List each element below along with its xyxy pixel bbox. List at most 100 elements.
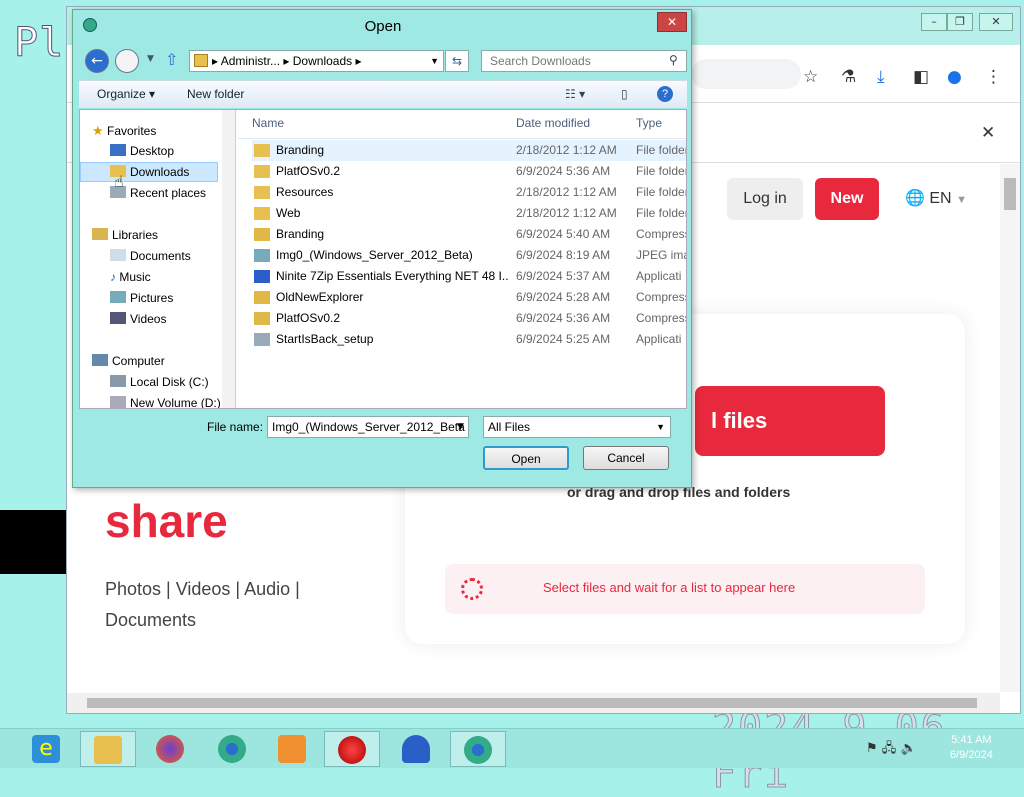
horizontal-scrollbar[interactable] — [67, 693, 1000, 713]
nav-libraries[interactable]: Libraries — [92, 228, 158, 242]
volume-icon[interactable]: 🔈 — [900, 741, 916, 756]
nav-local-disk[interactable]: Local Disk (C:) — [110, 375, 209, 389]
vertical-scrollbar[interactable] — [1000, 164, 1020, 692]
close-button[interactable]: ✕ — [979, 13, 1013, 31]
file-name-input[interactable]: Img0_(Windows_Server_2012_Beta — [267, 416, 469, 438]
media-player-icon — [278, 735, 306, 763]
address-bar[interactable]: ▸ Administr... ▸ Downloads ▸ ▼ — [189, 50, 444, 72]
up-arrow-icon[interactable]: ⇧ — [165, 50, 178, 69]
taskbar-chrome-active[interactable] — [450, 731, 506, 767]
file-row[interactable]: Branding 2/18/2012 1:12 AM File folder — [252, 140, 686, 161]
column-header-type[interactable]: Type — [636, 116, 662, 130]
refresh-button[interactable]: ⇆ — [445, 50, 469, 72]
file-date: 6/9/2024 5:40 AM — [516, 227, 611, 241]
cancel-button[interactable]: Cancel — [583, 446, 669, 470]
maximize-button[interactable]: ❐ — [947, 13, 973, 31]
nav-label: Recent places — [130, 186, 207, 200]
horizontal-scroll-thumb[interactable] — [87, 698, 977, 708]
organize-menu[interactable]: Organize ▾ — [97, 87, 155, 101]
nav-computer[interactable]: Computer — [92, 354, 165, 368]
infobar-close-icon[interactable]: ✕ — [981, 123, 995, 143]
documents-icon — [110, 249, 126, 261]
menu-icon[interactable]: ⋮ — [985, 67, 1002, 87]
file-name: StartIsBack_setup — [276, 332, 374, 346]
nav-new-volume[interactable]: New Volume (D:) — [110, 396, 221, 408]
file-date: 6/9/2024 8:19 AM — [516, 248, 611, 262]
forward-arrow-icon[interactable] — [115, 49, 139, 73]
sidepanel-icon[interactable]: ◧ — [913, 67, 929, 87]
file-row[interactable]: StartIsBack_setup 6/9/2024 5:25 AM Applica… — [252, 329, 686, 350]
file-row[interactable]: Ninite 7Zip Essentials Everything NET 48… — [252, 266, 686, 287]
upload-files-button[interactable]: l files — [695, 386, 885, 456]
nav-favorites[interactable]: ★ Favorites — [92, 123, 156, 139]
file-type: Applicati — [636, 269, 682, 283]
dialog-navigation-bar: ← ▼ ⇧ ▸ Administr... ▸ Downloads ▸ ▼ ⇆ S… — [79, 44, 687, 78]
dialog-title: Open — [364, 18, 402, 35]
hero-word: share — [105, 495, 228, 547]
globe-icon: 🌐 — [905, 190, 925, 207]
open-dialog: Open ✕ ← ▼ ⇧ ▸ Administr... ▸ Downloads … — [72, 9, 692, 488]
file-date: 2/18/2012 1:12 AM — [516, 143, 617, 157]
nav-videos[interactable]: Videos — [110, 312, 166, 326]
firefox-icon — [156, 735, 184, 763]
taskbar-media-player[interactable] — [264, 731, 320, 767]
help-icon[interactable]: ? — [657, 86, 673, 102]
vertical-scroll-thumb[interactable] — [1004, 178, 1016, 210]
file-row[interactable]: Web 2/18/2012 1:12 AM File folder — [252, 203, 686, 224]
minimize-button[interactable]: – — [921, 13, 947, 31]
file-row[interactable]: OldNewExplorer 6/9/2024 5:28 AM Compress — [252, 287, 686, 308]
bookmark-star-icon[interactable]: ☆ — [803, 67, 818, 87]
taskbar-chrome[interactable] — [204, 731, 260, 767]
nav-desktop[interactable]: Desktop — [110, 144, 174, 158]
download-icon[interactable]: ⤓ — [877, 67, 885, 87]
open-button[interactable]: Open — [483, 446, 569, 470]
back-arrow-icon[interactable]: ← — [85, 49, 109, 73]
taskbar-ie[interactable]: e — [18, 731, 74, 767]
flag-icon[interactable]: ⚑ — [866, 741, 878, 756]
taskbar-recorder[interactable] — [324, 731, 380, 767]
nav-label: Local Disk (C:) — [130, 375, 209, 389]
file-name-label: File name: — [207, 420, 264, 434]
address-dropdown-icon[interactable]: ▼ — [430, 51, 439, 71]
preview-pane-icon[interactable]: ▯ — [621, 87, 628, 101]
taskbar-explorer[interactable] — [80, 731, 136, 767]
new-button[interactable]: New — [815, 178, 879, 220]
view-options-icon[interactable]: ☷ ▾ — [565, 87, 585, 101]
search-input[interactable]: Search Downloads — [481, 50, 687, 72]
taskbar-app[interactable] — [388, 731, 444, 767]
recent-locations-chevron-icon[interactable]: ▼ — [147, 54, 154, 64]
nav-scrollbar[interactable] — [222, 110, 235, 408]
breadcrumb-downloads[interactable]: Downloads — [293, 54, 352, 68]
taskbar-clock[interactable]: 5:41 AM 6/9/2024 — [950, 733, 993, 763]
spinner-icon — [461, 578, 483, 600]
setup-icon — [254, 333, 270, 346]
computer-icon — [92, 354, 108, 366]
address-bar[interactable] — [691, 59, 801, 89]
file-row[interactable]: Img0_(Windows_Server_2012_Beta) 6/9/2024 … — [252, 245, 686, 266]
network-icon[interactable]: 🖧 — [882, 741, 897, 756]
nav-label: Favorites — [107, 124, 157, 138]
labs-flask-icon[interactable]: ⚗ — [841, 67, 856, 87]
dialog-close-button[interactable]: ✕ — [657, 12, 687, 32]
taskbar-firefox[interactable] — [142, 731, 198, 767]
file-type-select[interactable]: All Files ▼ — [483, 416, 671, 438]
file-row[interactable]: PlatfOSv0.2 6/9/2024 5:36 AM File folder — [252, 161, 686, 182]
new-folder-button[interactable]: New folder — [187, 87, 244, 101]
search-icon[interactable]: ⚲ — [669, 53, 678, 67]
column-header-name[interactable]: Name — [252, 116, 284, 130]
nav-label: Pictures — [130, 291, 174, 305]
file-row[interactable]: PlatfOSv0.2 6/9/2024 5:36 AM Compress — [252, 308, 686, 329]
login-button[interactable]: Log in — [727, 178, 803, 220]
nav-recent-places[interactable]: Recent places — [110, 186, 206, 200]
column-header-date-modified[interactable]: Date modified — [516, 116, 590, 130]
nav-music[interactable]: ♪ Music — [110, 270, 151, 284]
file-row[interactable]: Resources 2/18/2012 1:12 AM File folder — [252, 182, 686, 203]
nav-pictures[interactable]: Pictures — [110, 291, 173, 305]
file-date: 6/9/2024 5:36 AM — [516, 311, 611, 325]
profile-icon[interactable]: ● — [947, 67, 962, 87]
language-selector[interactable]: 🌐 EN ▼ — [905, 188, 967, 208]
breadcrumb-administrator[interactable]: Administr... — [221, 54, 280, 68]
file-name-dropdown-icon[interactable]: ▼ — [457, 422, 464, 432]
nav-documents[interactable]: Documents — [110, 249, 191, 263]
file-row[interactable]: Branding 6/9/2024 5:40 AM Compress — [252, 224, 686, 245]
